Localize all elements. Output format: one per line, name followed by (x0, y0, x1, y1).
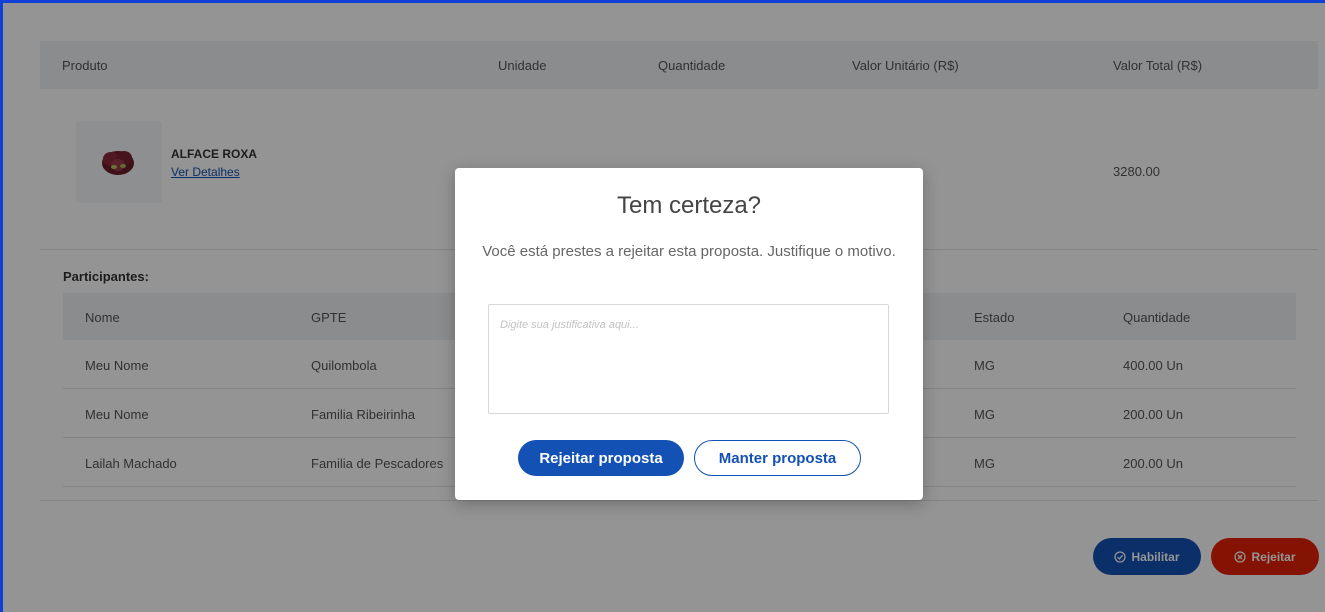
app-frame: Produto Unidade Quantidade Valor Unitári… (0, 0, 1325, 612)
justification-input[interactable] (488, 304, 889, 414)
confirm-reject-button[interactable]: Rejeitar proposta (518, 440, 684, 476)
modal-title: Tem certeza? (616, 192, 762, 219)
modal-message: Você está prestes a rejeitar esta propos… (482, 243, 896, 260)
reject-confirmation-modal: Tem certeza? Você está prestes a rejeita… (455, 168, 923, 500)
keep-proposal-button[interactable]: Manter proposta (694, 440, 861, 476)
